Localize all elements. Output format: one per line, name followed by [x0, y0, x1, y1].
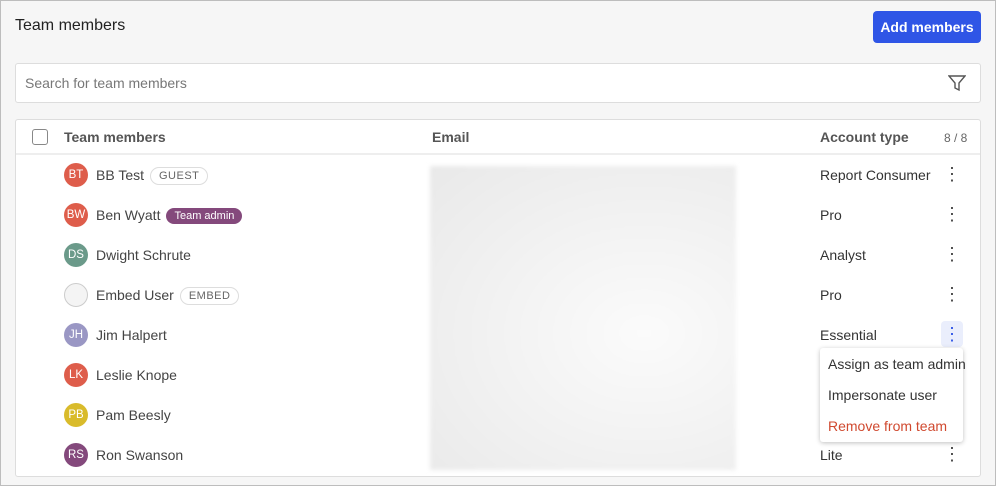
col-account-type[interactable]: Account type	[820, 129, 909, 145]
menu-assign-admin[interactable]: Assign as team admin	[828, 356, 966, 372]
member-count: 8 / 8	[944, 131, 968, 145]
account-type: Pro	[820, 287, 842, 303]
table-row: BT BB Test GUEST Report Consumer ⋮	[16, 155, 980, 195]
role-badge: EMBED	[179, 287, 240, 305]
avatar: LK	[64, 363, 88, 387]
table-row: Embed User EMBED Pro ⋮	[16, 275, 980, 315]
member-name: Jim Halpert	[96, 327, 167, 343]
member-name: Dwight Schrute	[96, 247, 191, 263]
more-options-icon[interactable]: ⋮	[941, 201, 963, 227]
col-email[interactable]: Email	[432, 129, 469, 145]
more-options-icon[interactable]: ⋮	[941, 281, 963, 307]
table-row: BW Ben Wyatt Team admin Pro ⋮	[16, 195, 980, 235]
avatar	[64, 283, 88, 307]
member-name: Ben Wyatt	[96, 207, 161, 223]
member-name: Embed User	[96, 287, 174, 303]
account-type: Analyst	[820, 247, 866, 263]
avatar: BW	[64, 203, 88, 227]
avatar: JH	[64, 323, 88, 347]
menu-impersonate[interactable]: Impersonate user	[828, 387, 937, 403]
filter-icon[interactable]	[947, 74, 967, 97]
account-type: Essential	[820, 327, 877, 343]
avatar: DS	[64, 243, 88, 267]
avatar: RS	[64, 443, 88, 467]
table-row: DS Dwight Schrute Analyst ⋮	[16, 235, 980, 275]
menu-remove[interactable]: Remove from team	[828, 418, 947, 434]
search-input[interactable]	[16, 64, 916, 102]
account-type: Lite	[820, 447, 843, 463]
role-badge: Team admin	[166, 208, 243, 224]
more-options-icon[interactable]: ⋮	[941, 161, 963, 187]
account-type: Pro	[820, 207, 842, 223]
role-badge: GUEST	[150, 167, 209, 185]
account-type: Report Consumer	[820, 167, 931, 183]
select-all-checkbox[interactable]	[32, 129, 48, 145]
search-bar	[15, 63, 981, 103]
more-options-icon[interactable]: ⋮	[941, 321, 963, 347]
member-name: BB Test	[96, 167, 144, 183]
page-title: Team members	[15, 17, 126, 34]
member-name: Ron Swanson	[96, 447, 184, 463]
table-header: Team members Email Account type 8 / 8	[16, 120, 980, 155]
member-name: Pam Beesly	[96, 407, 171, 423]
member-name: Leslie Knope	[96, 367, 177, 383]
more-options-icon[interactable]: ⋮	[941, 441, 963, 467]
row-action-menu: Assign as team admin Impersonate user Re…	[820, 348, 966, 442]
more-options-icon[interactable]: ⋮	[941, 241, 963, 267]
avatar: BT	[64, 163, 88, 187]
add-members-button[interactable]: Add members	[873, 11, 981, 43]
avatar: PB	[64, 403, 88, 427]
col-team-members[interactable]: Team members	[64, 129, 166, 145]
